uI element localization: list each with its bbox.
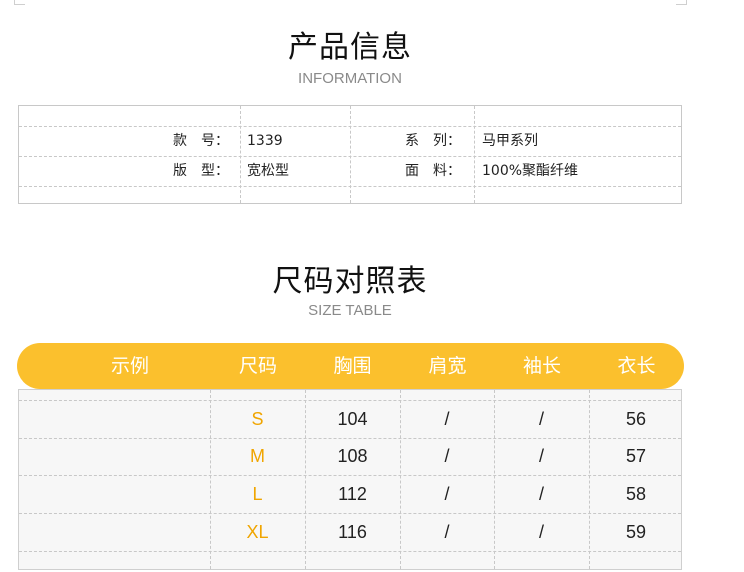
series-label: 系 列：: [405, 133, 461, 149]
shoulder-cell: /: [444, 409, 450, 429]
series-value: 马甲系列: [482, 133, 538, 149]
fabric-label: 面 料：: [405, 163, 461, 179]
size-cell: L: [252, 484, 263, 504]
header-chest: 胸围: [333, 355, 372, 377]
shoulder-cell: /: [444, 484, 450, 504]
grid-row-divider: [19, 551, 681, 552]
header-size: 尺码: [238, 355, 277, 377]
page-corner-mark-right: [676, 0, 687, 5]
size-cell: S: [251, 409, 264, 429]
chest-cell: 116: [338, 522, 367, 542]
shoulder-cell: /: [444, 446, 450, 466]
sleeve-cell: /: [538, 409, 544, 429]
info-col-divider: [240, 106, 241, 203]
header-shoulder: 肩宽: [428, 355, 467, 377]
chest-cell: 104: [337, 409, 368, 429]
size-table-subtitle: SIZE TABLE: [308, 302, 392, 319]
page-corner-mark-left: [14, 0, 25, 5]
style-number-value: 1339: [247, 133, 283, 149]
size-table-header-bar: 示例 尺码 胸围 肩宽 袖长 衣长: [17, 343, 684, 389]
product-info-subtitle: INFORMATION: [298, 70, 402, 87]
size-cell: M: [250, 446, 265, 466]
fit-value: 宽松型: [247, 163, 289, 179]
fabric-value: 100%聚酯纤维: [482, 163, 579, 179]
length-cell: 57: [625, 446, 647, 466]
size-cell: XL: [246, 522, 269, 542]
sleeve-cell: /: [538, 446, 544, 466]
info-col-divider: [474, 106, 475, 203]
shoulder-cell: /: [444, 522, 450, 542]
size-table-body: S 104 / / 56 M 108 / / 57 L 112 / / 58 X…: [18, 389, 682, 570]
product-info-table: 款 号： 1339 系 列： 马甲系列 版 型： 宽松型 面 料： 100%聚酯…: [18, 105, 682, 204]
style-number-label: 款 号：: [173, 133, 229, 149]
sleeve-cell: /: [538, 522, 544, 542]
length-cell: 59: [625, 522, 647, 542]
header-sleeve: 袖长: [522, 355, 561, 377]
chest-cell: 112: [338, 484, 367, 504]
chest-cell: 108: [337, 446, 368, 466]
length-cell: 58: [625, 484, 647, 504]
header-length: 衣长: [617, 355, 656, 377]
product-info-title: 产品信息: [288, 30, 412, 65]
sleeve-cell: /: [538, 484, 544, 504]
size-table-title: 尺码对照表: [272, 264, 428, 299]
fit-label: 版 型：: [173, 163, 229, 179]
length-cell: 56: [625, 409, 647, 429]
